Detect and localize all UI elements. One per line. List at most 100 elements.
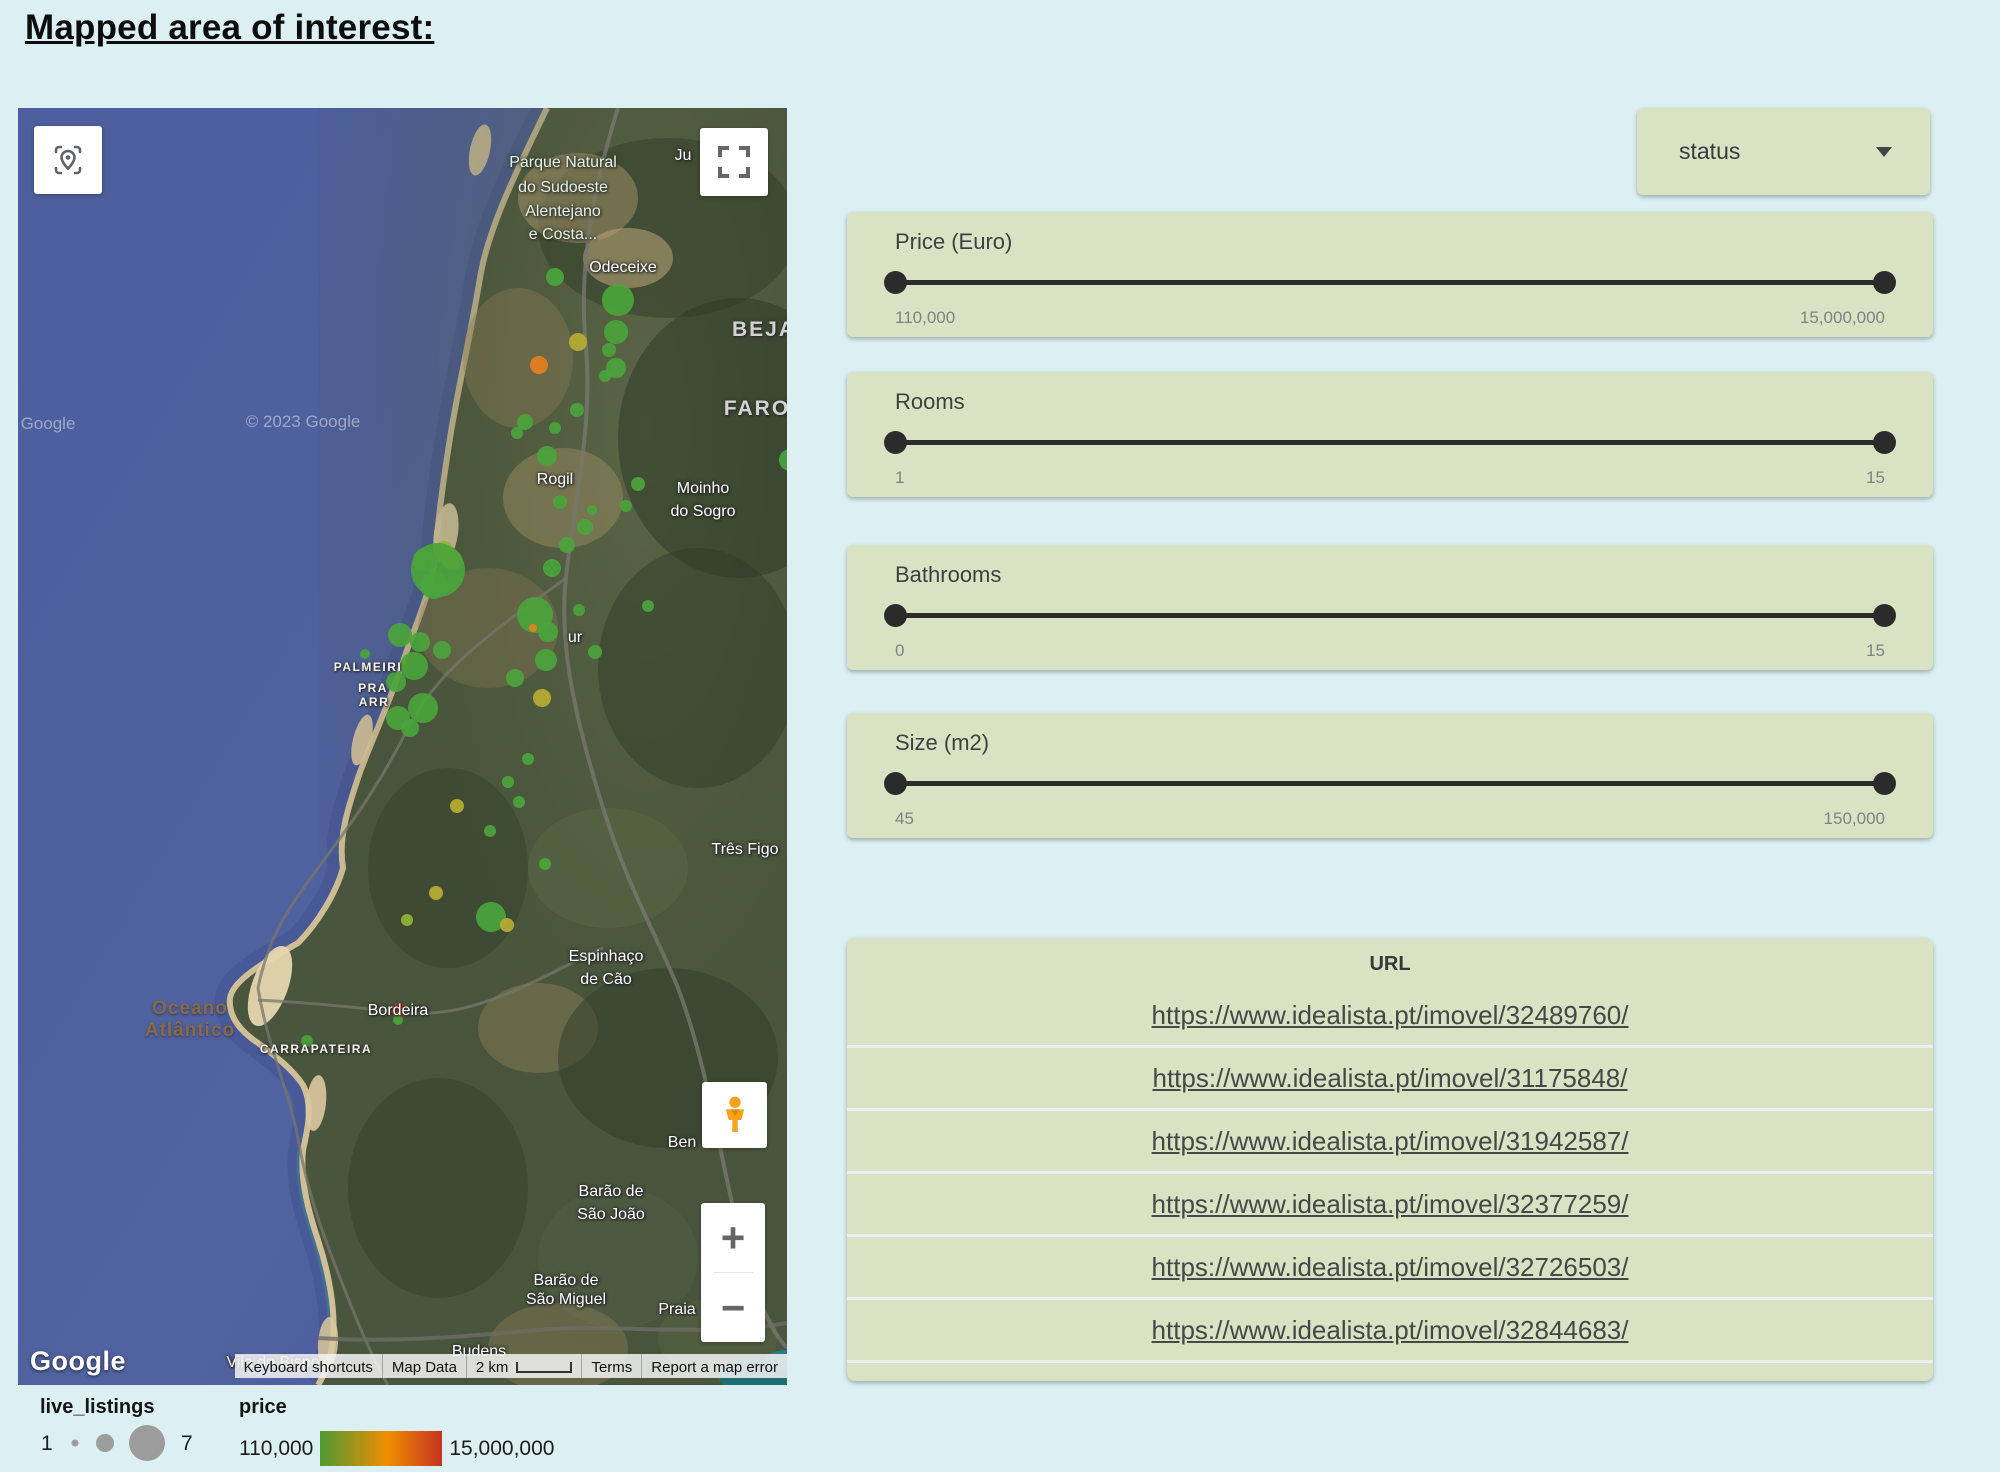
listing-marker[interactable] xyxy=(642,600,654,612)
listing-marker[interactable] xyxy=(529,624,537,632)
rooms-slider-label: Rooms xyxy=(895,389,965,415)
size-min-value: 45 xyxy=(895,809,914,829)
listing-marker[interactable] xyxy=(301,1035,313,1047)
terms-link[interactable]: Terms xyxy=(581,1354,641,1378)
fullscreen-button[interactable] xyxy=(700,128,768,196)
size-legend: live_listings 17 xyxy=(33,1396,253,1472)
listing-marker[interactable] xyxy=(410,632,430,652)
zoom-control[interactable]: + − xyxy=(701,1203,765,1342)
page-title: Mapped area of interest: xyxy=(25,8,434,48)
listing-marker[interactable] xyxy=(400,652,428,680)
listing-url-link[interactable]: https://www.idealista.pt/imovel/32049204… xyxy=(1152,1378,1629,1382)
size-slider-max-handle[interactable] xyxy=(1873,772,1896,795)
size-legend-dot xyxy=(72,1440,79,1447)
listing-marker[interactable] xyxy=(530,356,548,374)
status-dropdown-value: status xyxy=(1679,108,1740,195)
listing-url-link[interactable]: https://www.idealista.pt/imovel/31942587… xyxy=(1152,1126,1629,1157)
listing-marker[interactable] xyxy=(533,689,551,707)
listing-marker[interactable] xyxy=(360,649,370,659)
listing-marker[interactable] xyxy=(569,333,587,351)
scale-label: 2 km xyxy=(476,1359,509,1376)
size-max-value: 150,000 xyxy=(1824,809,1885,829)
price-slider-max-handle[interactable] xyxy=(1873,271,1896,294)
listing-marker[interactable] xyxy=(401,914,413,926)
listing-marker[interactable] xyxy=(559,537,575,553)
bathrooms-max-value: 15 xyxy=(1866,641,1885,661)
report-map-error-link[interactable]: Report a map error xyxy=(641,1354,787,1378)
rooms-min-value: 1 xyxy=(895,468,904,488)
bathrooms-slider-max-handle[interactable] xyxy=(1873,604,1896,627)
listing-marker[interactable] xyxy=(484,825,496,837)
size-filter-card: Size (m2) 45 150,000 xyxy=(847,713,1933,838)
rooms-slider-max-handle[interactable] xyxy=(1873,431,1896,454)
listing-marker[interactable] xyxy=(413,548,437,572)
pegman-button[interactable] xyxy=(702,1082,767,1148)
listing-marker[interactable] xyxy=(549,422,561,434)
table-row: https://www.idealista.pt/imovel/32049204… xyxy=(847,1360,1933,1381)
listing-marker[interactable] xyxy=(537,446,557,466)
listing-marker[interactable] xyxy=(620,500,632,512)
bathrooms-slider[interactable] xyxy=(895,613,1885,618)
price-slider-min-handle[interactable] xyxy=(884,271,907,294)
listing-marker[interactable] xyxy=(631,477,645,491)
listing-marker[interactable] xyxy=(577,519,593,535)
bathrooms-filter-card: Bathrooms 0 15 xyxy=(847,545,1933,670)
listing-marker[interactable] xyxy=(513,796,525,808)
listing-marker[interactable] xyxy=(502,776,514,788)
listing-marker[interactable] xyxy=(570,403,584,417)
listing-marker[interactable] xyxy=(588,645,602,659)
price-legend-max: 15,000,000 xyxy=(449,1437,554,1461)
price-legend: price 110,000 15,000,000 xyxy=(239,1396,554,1466)
listing-marker[interactable] xyxy=(420,571,448,599)
map-canvas[interactable]: Parque Naturaldo SudoesteAlentejanoe Cos… xyxy=(18,108,787,1385)
listing-marker[interactable] xyxy=(392,1003,406,1017)
table-row: https://www.idealista.pt/imovel/32489760… xyxy=(847,985,1933,1045)
zoom-in-button[interactable]: + xyxy=(701,1203,765,1272)
listing-url-link[interactable]: https://www.idealista.pt/imovel/31175848… xyxy=(1152,1063,1627,1094)
size-slider[interactable] xyxy=(895,781,1885,786)
listing-marker[interactable] xyxy=(546,268,564,286)
listing-marker[interactable] xyxy=(388,623,412,647)
size-slider-min-handle[interactable] xyxy=(884,772,907,795)
table-row: https://www.idealista.pt/imovel/32844683… xyxy=(847,1297,1933,1360)
listing-marker[interactable] xyxy=(429,886,443,900)
listing-marker[interactable] xyxy=(602,284,634,316)
listing-marker[interactable] xyxy=(401,719,419,737)
listing-marker[interactable] xyxy=(433,641,451,659)
listing-marker[interactable] xyxy=(393,1015,403,1025)
listing-marker[interactable] xyxy=(539,858,551,870)
listing-marker[interactable] xyxy=(535,649,557,671)
bathrooms-min-value: 0 xyxy=(895,641,904,661)
listing-marker[interactable] xyxy=(386,672,406,692)
zoom-out-button[interactable]: − xyxy=(701,1273,765,1342)
listing-marker[interactable] xyxy=(573,604,585,616)
listing-marker[interactable] xyxy=(602,343,616,357)
listing-marker[interactable] xyxy=(450,799,464,813)
rooms-slider-min-handle[interactable] xyxy=(884,431,907,454)
table-row: https://www.idealista.pt/imovel/31942587… xyxy=(847,1108,1933,1171)
listing-url-link[interactable]: https://www.idealista.pt/imovel/32844683… xyxy=(1152,1315,1629,1346)
locate-area-button[interactable] xyxy=(34,126,102,194)
status-dropdown[interactable]: status xyxy=(1637,108,1930,195)
listing-marker[interactable] xyxy=(506,669,524,687)
listing-marker[interactable] xyxy=(543,559,561,577)
listing-marker[interactable] xyxy=(599,370,611,382)
listing-url-link[interactable]: https://www.idealista.pt/imovel/32726503… xyxy=(1152,1252,1629,1283)
bathrooms-slider-min-handle[interactable] xyxy=(884,604,907,627)
listing-marker[interactable] xyxy=(408,693,438,723)
listing-marker[interactable] xyxy=(553,495,567,509)
size-legend-dot xyxy=(129,1425,165,1461)
map-data-link[interactable]: Map Data xyxy=(382,1354,466,1378)
listing-url-link[interactable]: https://www.idealista.pt/imovel/32489760… xyxy=(1152,1000,1629,1031)
keyboard-shortcuts-link[interactable]: Keyboard shortcuts xyxy=(235,1354,382,1378)
listing-marker[interactable] xyxy=(500,918,514,932)
url-table: URL https://www.idealista.pt/imovel/3248… xyxy=(847,938,1933,1381)
price-slider[interactable] xyxy=(895,280,1885,285)
listing-marker[interactable] xyxy=(587,505,597,515)
listing-marker[interactable] xyxy=(604,320,628,344)
listing-marker[interactable] xyxy=(538,622,558,642)
rooms-slider[interactable] xyxy=(895,440,1885,445)
listing-marker[interactable] xyxy=(522,753,534,765)
listing-marker[interactable] xyxy=(511,427,523,439)
listing-url-link[interactable]: https://www.idealista.pt/imovel/32377259… xyxy=(1152,1189,1629,1220)
